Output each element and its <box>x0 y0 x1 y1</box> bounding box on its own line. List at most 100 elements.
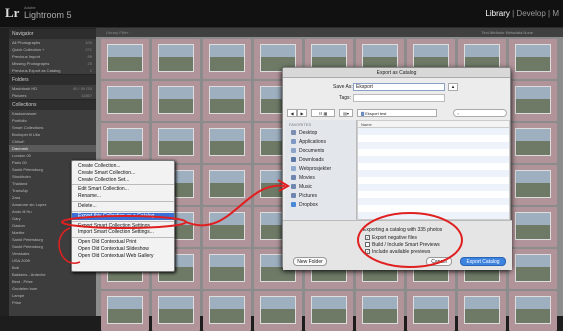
catalog-item[interactable]: Quick Collection +271 <box>0 46 96 53</box>
module-library[interactable]: Library <box>485 9 509 18</box>
thumbnail-cell[interactable] <box>203 249 251 289</box>
collection-item[interactable]: Brollopet til Ulla <box>0 131 96 138</box>
context-menu-item[interactable]: Rename... <box>72 193 174 200</box>
collection-item[interactable]: Bakkens - Ardeche <box>0 271 96 278</box>
back-button[interactable]: ◀ <box>287 109 297 117</box>
thumbnail-cell[interactable] <box>101 123 149 163</box>
sidebar-item-webprosjekter[interactable]: Webprosjekter <box>291 166 331 172</box>
thumbnail-cell[interactable] <box>152 81 200 121</box>
thumbnail-cell[interactable] <box>203 165 251 205</box>
context-menu-item[interactable]: Export Smart Collection Settings... <box>72 223 174 230</box>
photo-thumbnail <box>209 128 245 156</box>
sidebar-item-movies[interactable]: Movies <box>291 175 315 181</box>
context-menu-item[interactable]: Open Old Contextual Slideshow <box>72 246 174 253</box>
include-previews-checkbox[interactable]: ✓ Include available previews <box>365 249 430 255</box>
sidebar-item-pictures[interactable]: Pictures <box>291 193 317 199</box>
thumbnail-cell[interactable] <box>203 123 251 163</box>
sidebar-item-music[interactable]: Music <box>291 184 312 190</box>
export-catalog-dialog: Export as Catalog Save As: Eksport ▴ Tag… <box>282 67 512 270</box>
folder-item[interactable]: Macintosh HD 40 / 99 GB <box>0 85 96 92</box>
context-menu-item[interactable]: Export this Collection as a Catalog... <box>72 212 174 220</box>
thumbnail-cell[interactable] <box>305 291 353 331</box>
sidebar-item-desktop[interactable]: Desktop <box>291 130 317 136</box>
thumbnail-cell[interactable] <box>203 39 251 79</box>
collection-item[interactable]: Kaskumanuer <box>0 110 96 117</box>
cancel-button[interactable]: Cancel <box>426 257 452 266</box>
left-panel-strip[interactable] <box>0 28 9 316</box>
name-column-header[interactable]: Name <box>358 121 509 128</box>
menu-separator <box>72 237 174 239</box>
collection-item[interactable]: Gurdelen bom <box>0 285 96 292</box>
collection-item[interactable]: Portfolio <box>0 117 96 124</box>
context-menu-item[interactable]: Delete... <box>72 203 174 210</box>
dialog-options: Exporting a catalog with 335 photos ✓ Exp… <box>283 220 512 270</box>
module-develop[interactable]: Develop <box>516 9 545 18</box>
catalog-item[interactable]: All Photographs 100 <box>0 39 96 46</box>
context-menu-item[interactable]: Open Old Contextual Print <box>72 239 174 246</box>
catalog-item[interactable]: Previous Export as Catalog 1 <box>0 67 96 74</box>
photo-thumbnail <box>515 254 551 282</box>
view-mode-toggle[interactable]: ☷ ▦ <box>311 109 335 117</box>
thumbnail-cell[interactable] <box>203 207 251 247</box>
thumbnail-cell[interactable] <box>152 123 200 163</box>
collection-item[interactable]: Smart Collections <box>0 124 96 131</box>
thumbnail-cell[interactable] <box>254 291 302 331</box>
expand-dialog-button[interactable]: ▴ <box>448 83 458 91</box>
navigator-header[interactable]: Navigator <box>0 28 96 39</box>
thumbnail-cell[interactable] <box>356 291 404 331</box>
lightroom-logo: Lr <box>5 5 20 20</box>
collection-item[interactable]: Best - Prise <box>0 278 96 285</box>
smart-previews-checkbox[interactable]: Build / Include Smart Previews <box>365 242 440 248</box>
sidebar-item-downloads[interactable]: Downloads <box>291 157 324 163</box>
collection-item[interactable]: Chiloé! <box>0 138 96 145</box>
module-more[interactable]: M <box>552 9 559 18</box>
collection-item[interactable]: London 00 <box>0 152 96 159</box>
thumbnail-cell[interactable] <box>203 81 251 121</box>
thumbnail-cell[interactable] <box>509 81 557 121</box>
thumbnail-cell[interactable] <box>203 291 251 331</box>
location-popup[interactable]: ▇ Eksport test <box>357 109 437 117</box>
collection-item[interactable]: Lampe <box>0 292 96 299</box>
context-menu-item[interactable]: Edit Smart Collection... <box>72 186 174 193</box>
collection-item[interactable]: Danmark <box>0 145 96 152</box>
thumbnail-cell[interactable] <box>509 39 557 79</box>
folder-item[interactable]: Pictures 11857 <box>0 92 96 99</box>
thumbnail-cell[interactable] <box>458 291 506 331</box>
thumbnail-cell[interactable] <box>509 123 557 163</box>
context-menu-item[interactable]: Create Collection... <box>72 163 174 170</box>
search-input[interactable]: ⌕ <box>453 109 507 117</box>
export-catalog-button[interactable]: Export Catalog <box>460 257 506 266</box>
thumbnail-cell[interactable] <box>152 39 200 79</box>
sidebar-item-applications[interactable]: Applications <box>291 139 326 145</box>
thumbnail-cell[interactable] <box>509 291 557 331</box>
collection-item[interactable]: Prise <box>0 299 96 306</box>
context-menu-item[interactable]: Create Collection Set... <box>72 177 174 184</box>
thumbnail-cell[interactable] <box>509 207 557 247</box>
new-folder-button[interactable]: New Folder <box>293 257 327 266</box>
thumbnail-cell[interactable] <box>407 291 455 331</box>
folders-header[interactable]: Folders <box>0 74 96 85</box>
sidebar-item-dropbox[interactable]: Dropbox <box>291 202 318 208</box>
context-menu-item[interactable]: Import Smart Collection Settings... <box>72 229 174 236</box>
export-negatives-checkbox[interactable]: ✓ Export negative files <box>365 235 417 241</box>
context-menu-item[interactable]: Create Smart Collection... <box>72 170 174 177</box>
thumbnail-cell[interactable] <box>101 291 149 331</box>
thumbnail-cell[interactable] <box>152 291 200 331</box>
thumbnail-cell[interactable] <box>509 249 557 289</box>
catalog-item[interactable]: Missing Photographs 20 <box>0 60 96 67</box>
arrange-button[interactable]: ▤▾ <box>339 109 353 117</box>
menu-separator <box>72 184 174 186</box>
tags-label: Tags: <box>339 95 351 101</box>
tags-field[interactable] <box>353 94 445 102</box>
thumbnail-cell[interactable] <box>509 165 557 205</box>
file-browser[interactable]: Name <box>357 120 510 220</box>
catalog-item[interactable]: Previous Import 89 <box>0 53 96 60</box>
save-as-field[interactable]: Eksport <box>353 83 445 91</box>
filter-tabs[interactable]: Text Attribute Metadata None <box>481 28 533 37</box>
sidebar-item-documents[interactable]: Documents <box>291 148 324 154</box>
thumbnail-cell[interactable] <box>101 81 149 121</box>
thumbnail-cell[interactable] <box>101 39 149 79</box>
forward-button[interactable]: ▶ <box>297 109 307 117</box>
collections-header[interactable]: Collections <box>0 99 96 110</box>
context-menu-item[interactable]: Open Old Contextual Web Gallery <box>72 253 174 260</box>
